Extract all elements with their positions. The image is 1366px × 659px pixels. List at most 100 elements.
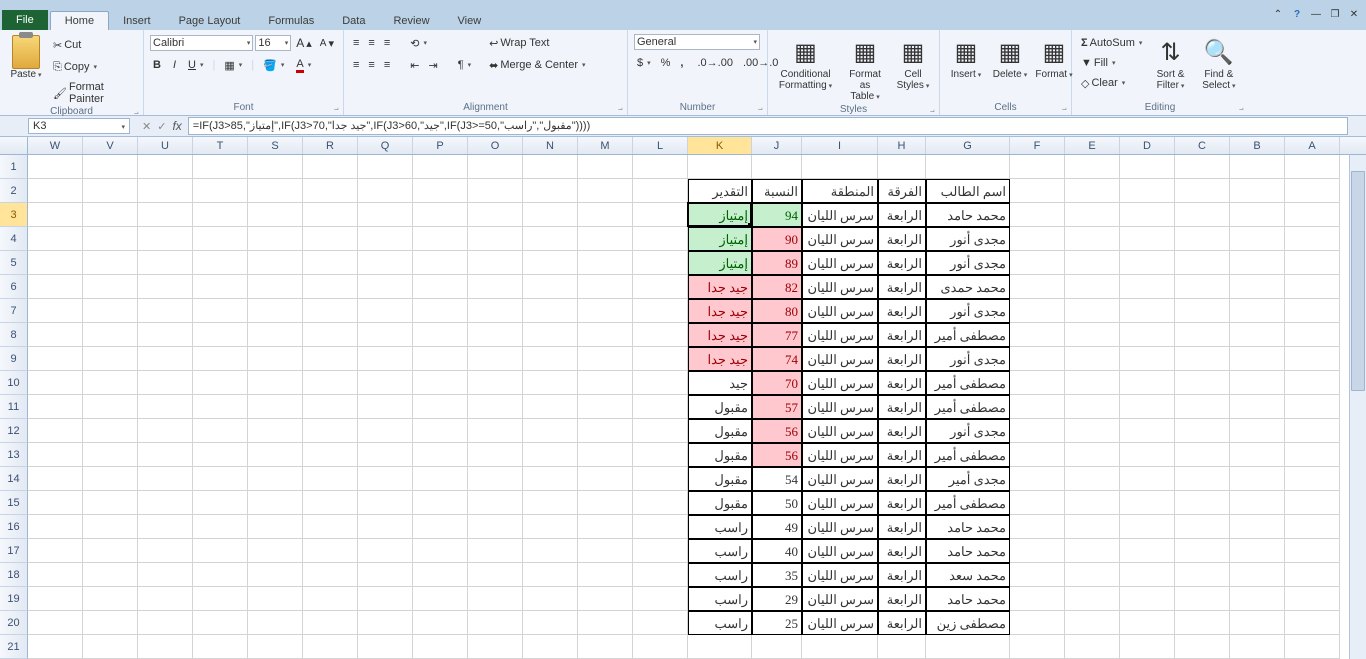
vertical-scrollbar[interactable]	[1349, 155, 1366, 659]
cell-J2[interactable]: النسبة	[752, 179, 802, 203]
col-header-M[interactable]: M	[578, 137, 633, 154]
cell-J13[interactable]: 56	[752, 443, 802, 467]
cell-G20[interactable]: مصطفى زين	[926, 611, 1010, 635]
cell-G4[interactable]: مجدى أنور	[926, 227, 1010, 251]
italic-button[interactable]: I	[170, 56, 179, 74]
accounting-button[interactable]: $	[634, 54, 654, 72]
tab-file[interactable]: File	[2, 10, 48, 30]
cell-I11[interactable]: سرس الليان	[802, 395, 878, 419]
row-header-4[interactable]: 4	[0, 227, 28, 251]
cell-K18[interactable]: راسب	[688, 563, 752, 587]
cell-I20[interactable]: سرس الليان	[802, 611, 878, 635]
col-header-S[interactable]: S	[248, 137, 303, 154]
insert-cells-button[interactable]: ▦Insert	[946, 34, 986, 82]
number-format-select[interactable]: General	[634, 34, 760, 50]
row-header-20[interactable]: 20	[0, 611, 28, 635]
cell-H2[interactable]: الفرقة	[878, 179, 926, 203]
scroll-thumb[interactable]	[1351, 171, 1365, 391]
cancel-icon[interactable]: ✕	[142, 120, 151, 133]
indent-dec-button[interactable]: ⇤	[407, 56, 422, 74]
cell-G14[interactable]: مجدى أمير	[926, 467, 1010, 491]
col-header-O[interactable]: O	[468, 137, 523, 154]
cell-H4[interactable]: الرابعة	[878, 227, 926, 251]
font-size-select[interactable]: 16	[255, 35, 291, 51]
cell-G12[interactable]: مجدى أنور	[926, 419, 1010, 443]
cell-I9[interactable]: سرس الليان	[802, 347, 878, 371]
cell-H17[interactable]: الرابعة	[878, 539, 926, 563]
format-cells-button[interactable]: ▦Format	[1034, 34, 1074, 82]
cell-I6[interactable]: سرس الليان	[802, 275, 878, 299]
cell-H3[interactable]: الرابعة	[878, 203, 926, 227]
cell-K12[interactable]: مقبول	[688, 419, 752, 443]
cell-J15[interactable]: 50	[752, 491, 802, 515]
row-header-19[interactable]: 19	[0, 587, 28, 611]
underline-button[interactable]: U	[185, 56, 206, 74]
cell-K16[interactable]: راسب	[688, 515, 752, 539]
align-middle-button[interactable]: ≡	[365, 34, 377, 52]
cell-K6[interactable]: جيد جدا	[688, 275, 752, 299]
cell-J18[interactable]: 35	[752, 563, 802, 587]
row-header-1[interactable]: 1	[0, 155, 28, 179]
grow-font-button[interactable]: A▴	[293, 34, 315, 52]
tab-view[interactable]: View	[444, 12, 496, 30]
col-header-B[interactable]: B	[1230, 137, 1285, 154]
copy-button[interactable]: ⎘Copy	[50, 58, 137, 76]
merge-center-button[interactable]: ⬌ Merge & Center	[486, 56, 588, 74]
col-header-H[interactable]: H	[878, 137, 926, 154]
cell-G5[interactable]: مجدى أنور	[926, 251, 1010, 275]
fill-button[interactable]: ▼ Fill	[1078, 54, 1145, 72]
tab-formulas[interactable]: Formulas	[254, 12, 328, 30]
cell-H19[interactable]: الرابعة	[878, 587, 926, 611]
bold-button[interactable]: B	[150, 56, 164, 74]
cell-H15[interactable]: الرابعة	[878, 491, 926, 515]
row-header-3[interactable]: 3	[0, 203, 28, 227]
col-header-P[interactable]: P	[413, 137, 468, 154]
conditional-formatting-button[interactable]: ▦Conditional Formatting	[774, 34, 837, 93]
tab-page-layout[interactable]: Page Layout	[165, 12, 255, 30]
cell-G3[interactable]: محمد حامد	[926, 203, 1010, 227]
cell-K5[interactable]: إمتياز	[688, 251, 752, 275]
indent-inc-button[interactable]: ⇥	[425, 56, 440, 74]
delete-cells-button[interactable]: ▦Delete	[990, 34, 1030, 82]
cell-G19[interactable]: محمد حامد	[926, 587, 1010, 611]
formula-bar[interactable]: =IF(J3>85,"إمتياز",IF(J3>70,"جيد جدا",IF…	[188, 117, 1348, 135]
sort-filter-button[interactable]: ⇅Sort & Filter	[1149, 34, 1191, 93]
increase-decimal-button[interactable]: .0→.00	[694, 54, 735, 72]
tab-data[interactable]: Data	[328, 12, 379, 30]
shrink-font-button[interactable]: A▾	[317, 34, 337, 52]
fill-color-button[interactable]: 🪣	[260, 56, 287, 74]
row-header-8[interactable]: 8	[0, 323, 28, 347]
col-header-N[interactable]: N	[523, 137, 578, 154]
find-select-button[interactable]: 🔍Find & Select	[1196, 34, 1242, 93]
align-top-button[interactable]: ≡	[350, 34, 362, 52]
row-header-16[interactable]: 16	[0, 515, 28, 539]
cell-J4[interactable]: 90	[752, 227, 802, 251]
cell-K7[interactable]: جيد جدا	[688, 299, 752, 323]
cell-H5[interactable]: الرابعة	[878, 251, 926, 275]
cell-G13[interactable]: مصطفى أمير	[926, 443, 1010, 467]
cell-J6[interactable]: 82	[752, 275, 802, 299]
row-header-5[interactable]: 5	[0, 251, 28, 275]
cell-G15[interactable]: مصطفى أمير	[926, 491, 1010, 515]
help-icon[interactable]: ?	[1289, 6, 1305, 22]
cell-K2[interactable]: التقدير	[688, 179, 752, 203]
col-header-A[interactable]: A	[1285, 137, 1340, 154]
row-header-10[interactable]: 10	[0, 371, 28, 395]
cell-G10[interactable]: مصطفى أمير	[926, 371, 1010, 395]
cell-H18[interactable]: الرابعة	[878, 563, 926, 587]
align-bottom-button[interactable]: ≡	[381, 34, 393, 52]
comma-button[interactable]: ,	[677, 54, 686, 72]
cell-K8[interactable]: جيد جدا	[688, 323, 752, 347]
col-header-K[interactable]: K	[688, 137, 752, 154]
row-header-18[interactable]: 18	[0, 563, 28, 587]
cell-I10[interactable]: سرس الليان	[802, 371, 878, 395]
cell-I17[interactable]: سرس الليان	[802, 539, 878, 563]
col-header-J[interactable]: J	[752, 137, 802, 154]
cell-J10[interactable]: 70	[752, 371, 802, 395]
wrap-text-button[interactable]: ↩ Wrap Text	[486, 34, 588, 52]
cell-H8[interactable]: الرابعة	[878, 323, 926, 347]
col-header-U[interactable]: U	[138, 137, 193, 154]
cell-K13[interactable]: مقبول	[688, 443, 752, 467]
minimize-icon[interactable]: —	[1308, 6, 1324, 22]
row-header-7[interactable]: 7	[0, 299, 28, 323]
